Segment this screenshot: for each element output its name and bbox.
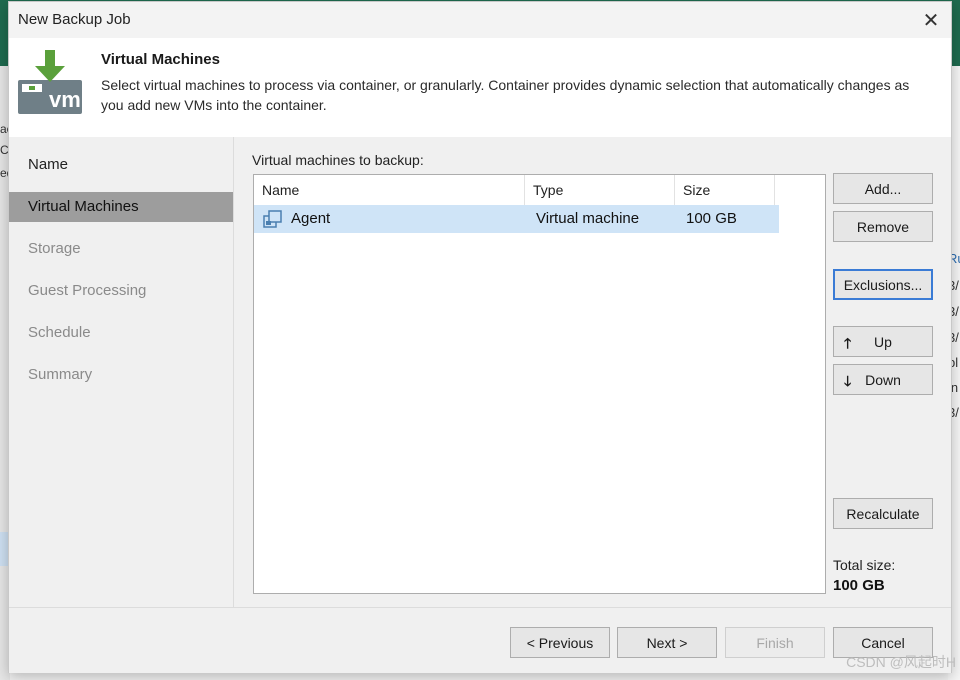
vm-list[interactable]: Name Type Size Agent Virtual machine 100…	[253, 174, 826, 594]
table-row[interactable]: Agent Virtual machine 100 GB	[254, 205, 779, 233]
remove-button-label: Remove	[856, 218, 910, 235]
step-storage[interactable]: Storage	[9, 234, 233, 264]
new-backup-job-dialog: New Backup Job ✕ vm Virtual Machines Sel…	[8, 1, 952, 673]
page-description: Select virtual machines to process via c…	[101, 77, 910, 113]
watermark: CSDN @风起时H	[846, 654, 956, 670]
close-icon[interactable]: ✕	[917, 6, 945, 34]
exclusions-button-label: Exclusions...	[843, 276, 923, 293]
arrow-up-icon: 🡑	[844, 335, 852, 351]
svg-text:vm: vm	[49, 87, 81, 112]
nav-divider	[233, 137, 234, 607]
next-button-label: Next >	[646, 634, 688, 651]
page-title: Virtual Machines	[101, 51, 220, 68]
vm-download-icon: vm	[18, 50, 82, 114]
step-virtual-machines[interactable]: Virtual Machines	[9, 192, 233, 222]
wizard-body: Name Virtual Machines Storage Guest Proc…	[9, 137, 951, 607]
step-summary[interactable]: Summary	[9, 360, 233, 390]
total-size-label: Total size:	[833, 557, 896, 573]
total-size-value: 100 GB	[833, 577, 885, 594]
exclusions-button[interactable]: Exclusions...	[833, 269, 933, 300]
previous-button[interactable]: < Previous	[510, 627, 610, 658]
dialog-title: New Backup Job	[18, 11, 131, 28]
add-button-label: Add...	[864, 180, 902, 197]
up-button-label: Up	[874, 333, 892, 350]
wizard-header: vm Virtual Machines Select virtual machi…	[9, 38, 951, 137]
arrow-down-icon: 🡓	[844, 373, 852, 389]
down-button[interactable]: 🡓 Down	[833, 364, 933, 395]
vm-size-cell: 100 GB	[686, 210, 737, 227]
down-button-label: Down	[865, 371, 901, 388]
step-guest-processing[interactable]: Guest Processing	[9, 276, 233, 306]
agent-icon	[263, 210, 282, 228]
add-button[interactable]: Add...	[833, 173, 933, 204]
vm-name-cell: Agent	[291, 210, 331, 227]
wizard-footer: < Previous Next > Finish Cancel	[9, 607, 951, 673]
recalculate-button-label: Recalculate	[846, 505, 920, 522]
vm-list-label: Virtual machines to backup:	[252, 152, 424, 168]
previous-button-label: < Previous	[526, 634, 594, 651]
finish-button-label: Finish	[756, 634, 794, 651]
step-schedule[interactable]: Schedule	[9, 318, 233, 348]
column-header-name[interactable]: Name	[254, 175, 525, 205]
remove-button[interactable]: Remove	[833, 211, 933, 242]
column-header-type[interactable]: Type	[525, 175, 675, 205]
up-button[interactable]: 🡑 Up	[833, 326, 933, 357]
column-header-size[interactable]: Size	[675, 175, 775, 205]
step-name[interactable]: Name	[9, 150, 233, 180]
vm-type-cell: Virtual machine	[536, 210, 640, 227]
cancel-button-label: Cancel	[861, 634, 905, 651]
finish-button[interactable]: Finish	[725, 627, 825, 658]
dialog-titlebar[interactable]: New Backup Job ✕	[9, 2, 951, 38]
wizard-steps: Name Virtual Machines Storage Guest Proc…	[9, 137, 233, 607]
next-button[interactable]: Next >	[617, 627, 717, 658]
recalculate-button[interactable]: Recalculate	[833, 498, 933, 529]
